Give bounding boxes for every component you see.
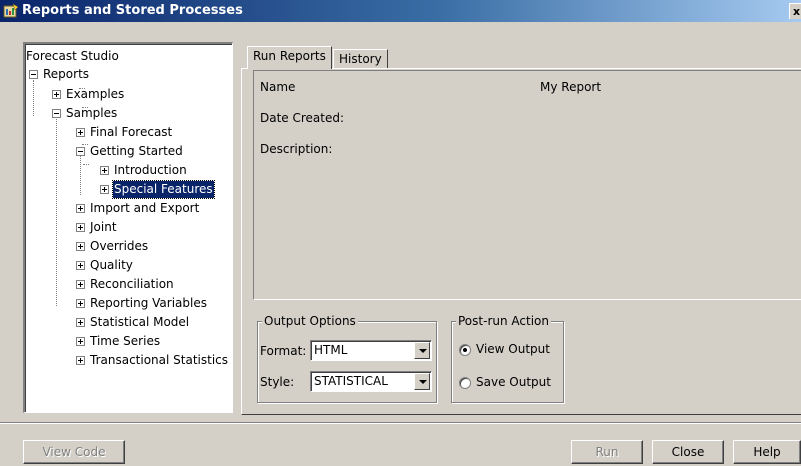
tree-item-label: Forecast Studio bbox=[26, 49, 119, 63]
expand-icon[interactable] bbox=[76, 261, 85, 270]
tree-item-label: Examples bbox=[66, 87, 125, 101]
report-info-panel: Name My Report Date Created: Description… bbox=[253, 70, 801, 300]
expand-icon[interactable] bbox=[76, 128, 85, 137]
expand-icon[interactable] bbox=[76, 337, 85, 346]
style-label: Style: bbox=[260, 375, 295, 389]
collapse-icon[interactable] bbox=[52, 109, 61, 118]
expand-icon[interactable] bbox=[52, 90, 61, 99]
save-output-radio[interactable] bbox=[459, 377, 471, 389]
style-select-value: STATISTICAL bbox=[314, 374, 388, 388]
tree-item-label: Reconciliation bbox=[90, 277, 174, 291]
collapse-icon[interactable] bbox=[29, 70, 38, 79]
tab-history[interactable]: History bbox=[333, 49, 388, 69]
title-bar: Reports and Stored Processes x bbox=[0, 0, 801, 22]
tree-item-label: Reporting Variables bbox=[90, 296, 207, 310]
reports-app-icon bbox=[3, 3, 19, 18]
view-code-button[interactable]: View Code bbox=[23, 440, 125, 464]
tree-item-label: Getting Started bbox=[90, 144, 183, 158]
save-output-label[interactable]: Save Output bbox=[476, 375, 551, 389]
expand-icon[interactable] bbox=[76, 299, 85, 308]
output-options-legend: Output Options bbox=[262, 314, 358, 328]
run-button[interactable]: Run bbox=[571, 440, 643, 464]
window-close-button[interactable]: x bbox=[789, 3, 801, 19]
description-label: Description: bbox=[260, 142, 333, 156]
tree-item-label: Quality bbox=[90, 258, 133, 272]
tree-item-label: Import and Export bbox=[90, 201, 200, 215]
format-select[interactable]: HTML bbox=[310, 340, 432, 361]
expand-icon[interactable] bbox=[76, 223, 85, 232]
style-select[interactable]: STATISTICAL bbox=[310, 371, 432, 392]
chevron-down-icon[interactable] bbox=[414, 342, 430, 359]
footer-separator bbox=[0, 422, 801, 424]
close-button[interactable]: Close bbox=[652, 440, 724, 464]
expand-icon[interactable] bbox=[76, 204, 85, 213]
expand-icon[interactable] bbox=[100, 185, 109, 194]
post-run-action-group: Post-run Action bbox=[451, 314, 564, 403]
expand-icon[interactable] bbox=[100, 166, 109, 175]
view-output-radio[interactable] bbox=[459, 344, 471, 356]
tree-item-label: Transactional Statistics bbox=[90, 353, 229, 367]
tree-item-label: Special Features bbox=[112, 180, 215, 199]
report-tree[interactable]: Forecast Studio Reports Examples Samples… bbox=[23, 42, 233, 413]
expand-icon[interactable] bbox=[76, 356, 85, 365]
name-value: My Report bbox=[540, 80, 602, 94]
tree-item-label: Reports bbox=[43, 67, 90, 81]
expand-icon[interactable] bbox=[76, 318, 85, 327]
tree-item-label: Overrides bbox=[90, 239, 149, 253]
chevron-down-icon[interactable] bbox=[414, 373, 430, 390]
expand-icon[interactable] bbox=[76, 280, 85, 289]
tree-item-label: Introduction bbox=[114, 163, 187, 177]
tree-item-label: Statistical Model bbox=[90, 315, 190, 329]
tree-item-label: Time Series bbox=[90, 334, 161, 348]
expand-icon[interactable] bbox=[76, 242, 85, 251]
format-label: Format: bbox=[260, 344, 307, 358]
date-created-label: Date Created: bbox=[260, 111, 345, 125]
post-run-action-legend: Post-run Action bbox=[456, 314, 551, 328]
tree-item-label: Samples bbox=[66, 106, 118, 120]
view-output-label[interactable]: View Output bbox=[476, 342, 550, 356]
tab-run-reports[interactable]: Run Reports bbox=[247, 46, 332, 69]
window-title: Reports and Stored Processes bbox=[22, 3, 243, 18]
collapse-icon[interactable] bbox=[76, 147, 85, 156]
tree-item-label: Final Forecast bbox=[90, 125, 173, 139]
tree-item-label: Joint bbox=[90, 220, 117, 234]
name-label: Name bbox=[260, 80, 296, 94]
help-button[interactable]: Help bbox=[733, 440, 801, 464]
format-select-value: HTML bbox=[314, 343, 348, 357]
